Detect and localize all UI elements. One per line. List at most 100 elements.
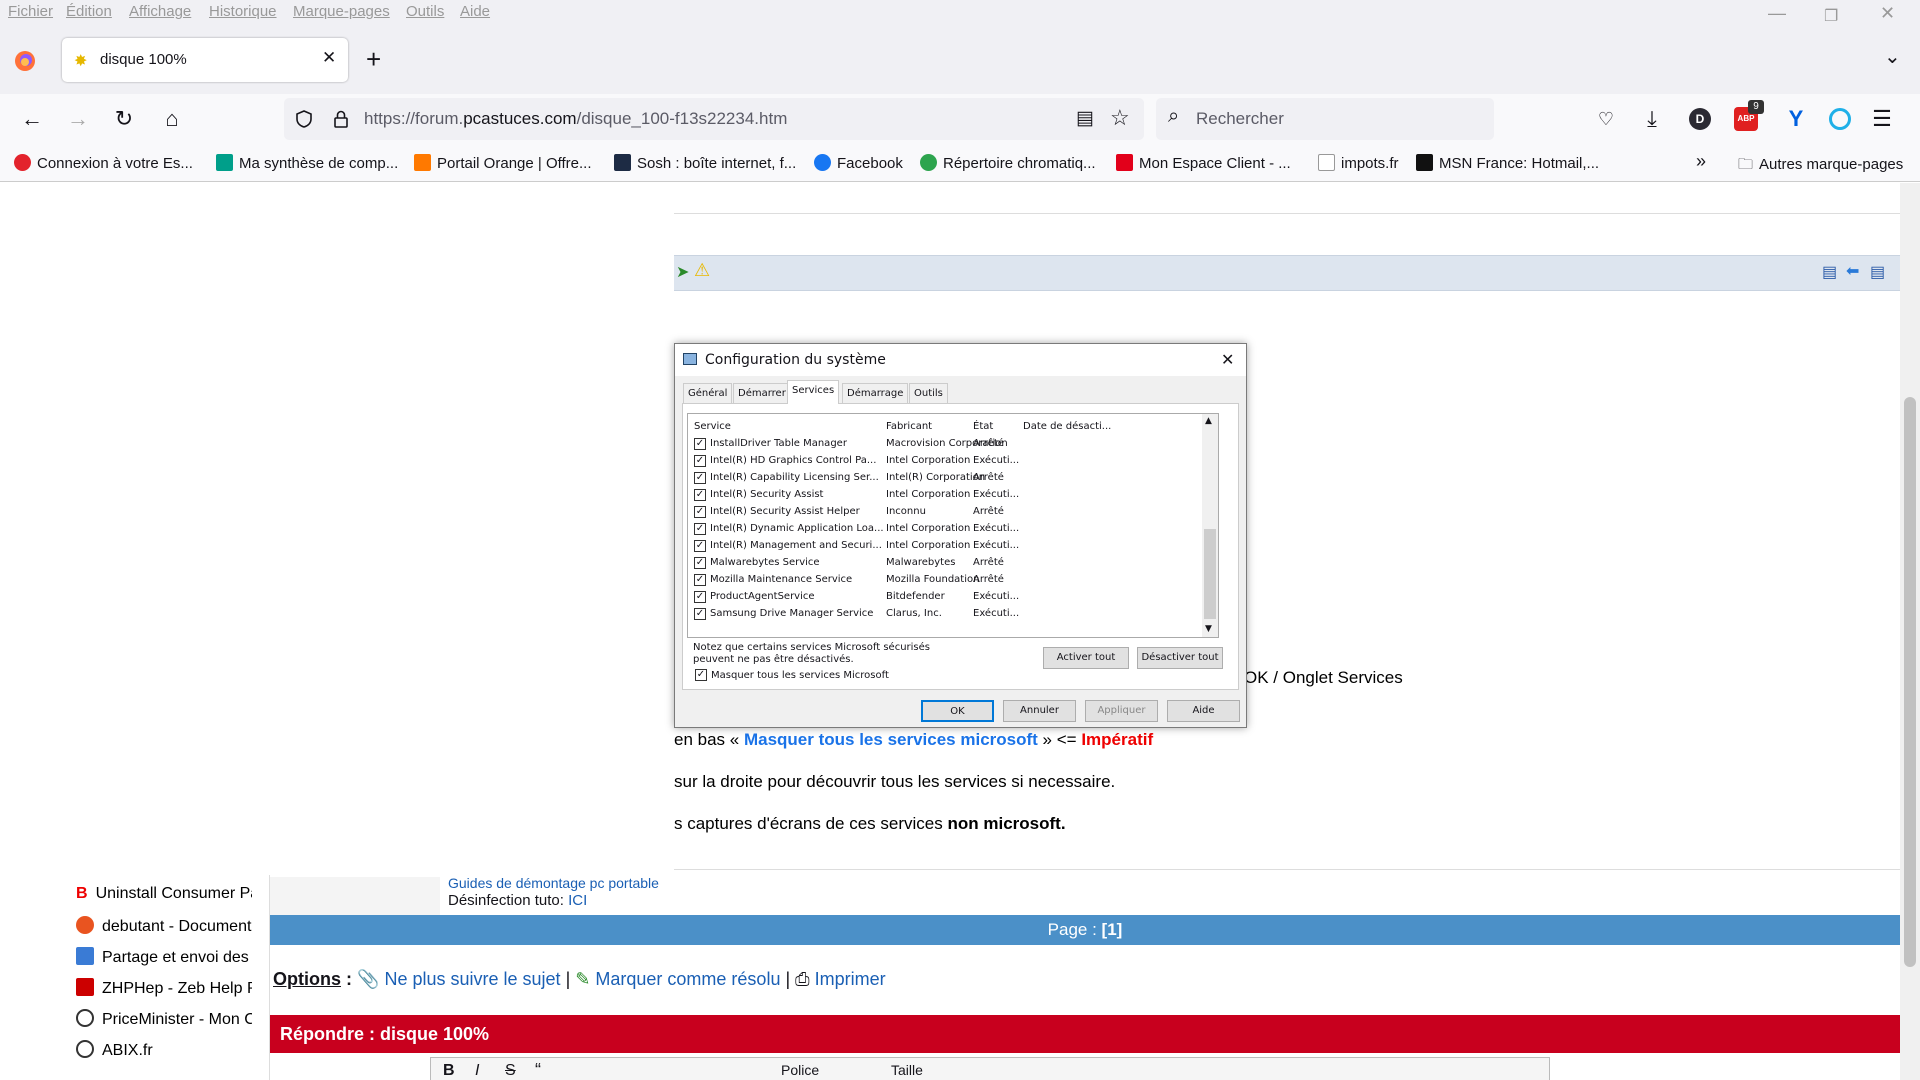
service-row[interactable]: ✓ Intel(R) Security Assist Intel Corporati… (688, 487, 1208, 504)
unfollow-link[interactable]: Ne plus suivre le sujet (384, 969, 560, 989)
list-tabs-chevron-icon[interactable]: ⌄ (1884, 44, 1901, 69)
mark-resolved-link[interactable]: Marquer comme résolu (595, 969, 780, 989)
menu-fichier[interactable]: Fichier (8, 3, 53, 20)
tab-demarrage[interactable]: Démarrage (842, 383, 909, 403)
forward-icon[interactable]: → (64, 105, 92, 133)
bookmark-star-icon[interactable]: ☆ (1110, 105, 1130, 131)
bookmark-item[interactable]: Portail Orange | Offre... (414, 154, 592, 172)
service-row[interactable]: ✓ Intel(R) Dynamic Application Loa... Inte… (688, 521, 1208, 538)
menu-historique[interactable]: Historique (209, 3, 277, 20)
back-arrow-icon[interactable]: ⬅ (1846, 261, 1859, 281)
warning-icon[interactable]: ⚠ (694, 260, 710, 281)
page-scrollbar-thumb[interactable] (1904, 397, 1916, 967)
list-scrollbar-thumb[interactable] (1204, 529, 1216, 619)
col-etat[interactable]: État (973, 421, 993, 432)
quote-marks-icon[interactable]: “ (535, 1060, 541, 1080)
sidebar-link[interactable]: ABIX.fr (76, 1040, 252, 1060)
app-menu-icon[interactable]: ☰ (1868, 105, 1896, 133)
bookmark-item[interactable]: impots.fr (1318, 154, 1399, 172)
service-row[interactable]: ✓ Mozilla Maintenance Service Mozilla Foun… (688, 572, 1208, 589)
bookmark-item[interactable]: Sosh : boîte internet, f... (614, 154, 796, 172)
extension-v-icon[interactable]: Y (1782, 105, 1810, 133)
downloads-icon[interactable]: ⤓ (1638, 105, 1666, 133)
col-fabricant[interactable]: Fabricant (886, 421, 932, 432)
bookmark-item[interactable]: Ma synthèse de comp... (216, 154, 398, 172)
pocket-icon[interactable]: ♡ (1592, 105, 1620, 133)
more-bookmarks-chevron-icon[interactable]: » (1696, 151, 1706, 172)
service-row[interactable]: ✓ ProductAgentService Bitdefender Exécuti..… (688, 589, 1208, 606)
menu-edition[interactable]: Édition (66, 3, 112, 20)
firefox-icon[interactable] (14, 50, 36, 72)
col-date[interactable]: Date de désacti... (1023, 421, 1111, 432)
cancel-button[interactable]: Annuler (1003, 700, 1076, 722)
sidebar-link[interactable]: Partage et envoi des g. (76, 947, 252, 967)
sidebar-link[interactable]: PriceMinister - Mon Co (76, 1009, 252, 1029)
tab-outils[interactable]: Outils (909, 383, 948, 403)
reload-icon[interactable]: ↻ (110, 105, 138, 133)
menu-outils[interactable]: Outils (406, 3, 444, 20)
sidebar-link[interactable]: B Uninstall Consumer Pai (76, 885, 252, 903)
tab-general[interactable]: Général (683, 383, 733, 403)
bookmark-item[interactable]: MSN France: Hotmail,... (1416, 154, 1599, 172)
service-checkbox[interactable]: ✓ (694, 523, 706, 535)
search-bar[interactable]: ⌕ Rechercher (1156, 98, 1494, 140)
col-service[interactable]: Service (694, 421, 731, 432)
bookmark-item[interactable]: Facebook (814, 154, 903, 172)
menu-marque-pages[interactable]: Marque-pages (293, 3, 390, 20)
disable-all-button[interactable]: Désactiver tout (1137, 647, 1223, 669)
service-row[interactable]: ✓ Samsung Drive Manager Service Clarus, In… (688, 606, 1208, 623)
italic-icon[interactable]: I (475, 1062, 479, 1080)
sidebar-link[interactable]: ZHPHep - Zeb Help Pr (76, 978, 252, 998)
menu-affichage[interactable]: Affichage (129, 3, 191, 20)
tab-demarrer[interactable]: Démarrer (733, 383, 791, 403)
ici-link[interactable]: ICI (568, 892, 587, 909)
reader-view-icon[interactable]: ▤ (1076, 107, 1094, 130)
service-row[interactable]: ✓ Malwarebytes Service Malwarebytes Arrêté (688, 555, 1208, 572)
service-checkbox[interactable]: ✓ (694, 574, 706, 586)
size-select[interactable]: Taille (891, 1062, 923, 1078)
enable-all-button[interactable]: Activer tout (1043, 647, 1129, 669)
help-button[interactable]: Aide (1167, 700, 1240, 722)
scroll-up-icon[interactable]: ▲ (1205, 416, 1212, 426)
service-checkbox[interactable]: ✓ (694, 438, 706, 450)
tab-disque[interactable]: ✸ disque 100% ✕ (62, 38, 348, 82)
service-row[interactable]: ✓ Intel(R) Capability Licensing Ser... Int… (688, 470, 1208, 487)
list-scrollbar[interactable]: ▲ ▼ (1202, 414, 1218, 637)
sidebar-link[interactable]: debutant - Documenta (76, 916, 252, 936)
service-checkbox[interactable]: ✓ (694, 472, 706, 484)
service-checkbox[interactable]: ✓ (694, 608, 706, 620)
ok-button[interactable]: OK (921, 700, 994, 722)
bookmark-item[interactable]: Connexion à votre Es... (14, 154, 193, 172)
minimize-icon[interactable]: — (1768, 3, 1786, 24)
service-checkbox[interactable]: ✓ (694, 489, 706, 501)
other-bookmarks[interactable]: 🗀 Autres marque-pages (1738, 154, 1903, 179)
bookmark-item[interactable]: Mon Espace Client - ... (1116, 154, 1291, 172)
close-window-icon[interactable]: ✕ (1880, 3, 1895, 24)
font-select[interactable]: Police (781, 1062, 819, 1078)
new-tab-icon[interactable]: + (366, 44, 381, 75)
url-bar[interactable]: https://forum.pcastuces.com/disque_100-f… (284, 98, 1144, 140)
bold-icon[interactable]: B (443, 1062, 455, 1080)
service-row[interactable]: ✓ Intel(R) HD Graphics Control Pa... Intel… (688, 453, 1208, 470)
back-icon[interactable]: ← (18, 105, 46, 133)
menu-aide[interactable]: Aide (460, 3, 490, 20)
services-list[interactable]: Service Fabricant État Date de désacti..… (687, 413, 1219, 638)
guides-link[interactable]: Guides de démontage pc portable (448, 875, 659, 891)
edit-icon[interactable]: ▤ (1870, 262, 1885, 282)
quote-icon[interactable]: ▤ (1822, 262, 1837, 282)
service-row[interactable]: ✓ Intel(R) Management and Securi... Intel … (688, 538, 1208, 555)
service-checkbox[interactable]: ✓ (694, 506, 706, 518)
strike-icon[interactable]: S (505, 1062, 516, 1080)
service-checkbox[interactable]: ✓ (694, 591, 706, 603)
dialog-titlebar[interactable]: Configuration du système ✕ (675, 344, 1246, 376)
service-checkbox[interactable]: ✓ (694, 557, 706, 569)
home-icon[interactable]: ⌂ (158, 105, 186, 133)
restore-icon[interactable]: ❐ (1824, 6, 1838, 26)
service-checkbox[interactable]: ✓ (694, 455, 706, 467)
bookmark-item[interactable]: Répertoire chromatiq... (920, 154, 1096, 172)
print-link[interactable]: Imprimer (815, 969, 886, 989)
url-text[interactable]: https://forum.pcastuces.com/disque_100-f… (364, 109, 787, 129)
service-row[interactable]: ✓ InstallDriver Table Manager Macrovision … (688, 436, 1208, 453)
service-row[interactable]: ✓ Intel(R) Security Assist Helper Inconnu A… (688, 504, 1208, 521)
pager-current[interactable]: [1] (1102, 920, 1123, 939)
